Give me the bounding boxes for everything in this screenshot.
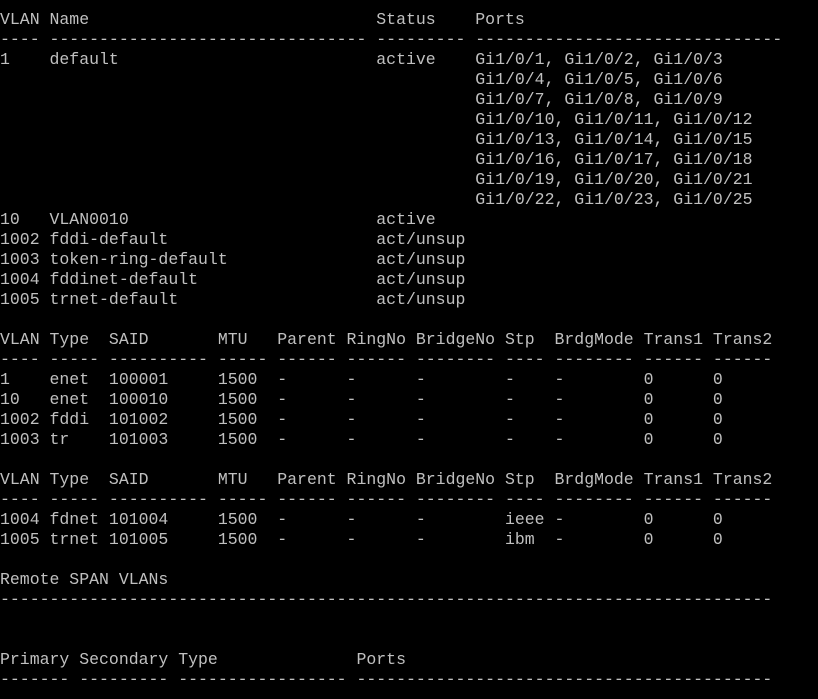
terminal-line: 1003 token-ring-default act/unsup [0,250,466,269]
terminal-line: 1002 fddi 101002 1500 - - - - - 0 0 [0,410,723,429]
terminal-line: ---- -------------------------------- --… [0,30,783,49]
terminal-line: Gi1/0/13, Gi1/0/14, Gi1/0/15 [0,130,753,149]
terminal-line: Primary Secondary Type Ports [0,650,406,669]
terminal-line: Gi1/0/10, Gi1/0/11, Gi1/0/12 [0,110,753,129]
terminal-line: 1005 trnet 101005 1500 - - - ibm - 0 0 [0,530,723,549]
terminal-line: Gi1/0/4, Gi1/0/5, Gi1/0/6 [0,70,723,89]
terminal-line: 1005 trnet-default act/unsup [0,290,466,309]
terminal-line: Gi1/0/16, Gi1/0/17, Gi1/0/18 [0,150,753,169]
terminal-line: ---- ----- ---------- ----- ------ -----… [0,350,773,369]
terminal-line: 1 default active Gi1/0/1, Gi1/0/2, Gi1/0… [0,50,723,69]
terminal-line: VLAN Name Status Ports [0,10,525,29]
terminal-line: Gi1/0/19, Gi1/0/20, Gi1/0/21 [0,170,753,189]
terminal-line: 10 enet 100010 1500 - - - - - 0 0 [0,390,723,409]
terminal-line: ------- --------- ----------------- ----… [0,670,773,689]
terminal-line: 10 VLAN0010 active [0,210,436,229]
terminal-line: 1002 fddi-default act/unsup [0,230,466,249]
terminal-line: VLAN Type SAID MTU Parent RingNo BridgeN… [0,470,773,489]
terminal-line: Gi1/0/22, Gi1/0/23, Gi1/0/25 [0,190,753,209]
terminal-line: ---- ----- ---------- ----- ------ -----… [0,490,773,509]
terminal-line: 1004 fdnet 101004 1500 - - - ieee - 0 0 [0,510,723,529]
terminal-window[interactable]: VLAN Name Status Ports ---- ------------… [0,0,818,699]
terminal-line: 1 enet 100001 1500 - - - - - 0 0 [0,370,723,389]
terminal-line: Remote SPAN VLANs [0,570,169,589]
terminal-line: 1003 tr 101003 1500 - - - - - 0 0 [0,430,723,449]
terminal-line: 1004 fddinet-default act/unsup [0,270,466,289]
terminal-line: Gi1/0/7, Gi1/0/8, Gi1/0/9 [0,90,723,109]
terminal-line: ----------------------------------------… [0,590,773,609]
terminal-line: VLAN Type SAID MTU Parent RingNo BridgeN… [0,330,773,349]
